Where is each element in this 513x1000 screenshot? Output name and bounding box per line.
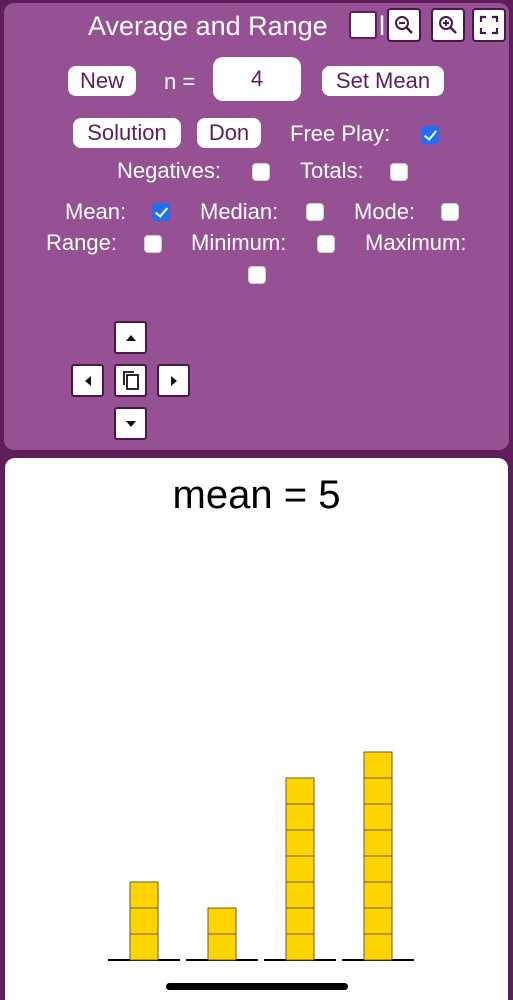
unit-block[interactable] [285,829,315,857]
unit-block[interactable] [285,855,315,883]
unit-block[interactable] [285,777,315,805]
unit-block[interactable] [285,907,315,935]
unit-block[interactable] [285,933,315,961]
unit-block[interactable] [363,803,393,831]
home-indicator [166,983,348,990]
block-stack-3[interactable] [264,777,336,961]
unit-block[interactable] [363,777,393,805]
unit-block[interactable] [285,803,315,831]
block-stack-1[interactable] [108,881,180,961]
unit-block[interactable] [207,933,237,961]
unit-block[interactable] [129,881,159,909]
block-stack-4[interactable] [342,751,414,961]
block-stack-chart [108,751,414,961]
unit-block[interactable] [207,907,237,935]
block-stack-2[interactable] [186,907,258,961]
unit-block[interactable] [363,907,393,935]
unit-block[interactable] [363,881,393,909]
unit-block[interactable] [363,855,393,883]
unit-block[interactable] [363,829,393,857]
unit-block[interactable] [363,933,393,961]
unit-block[interactable] [129,933,159,961]
unit-block[interactable] [129,907,159,935]
unit-block[interactable] [363,751,393,779]
unit-block[interactable] [285,881,315,909]
